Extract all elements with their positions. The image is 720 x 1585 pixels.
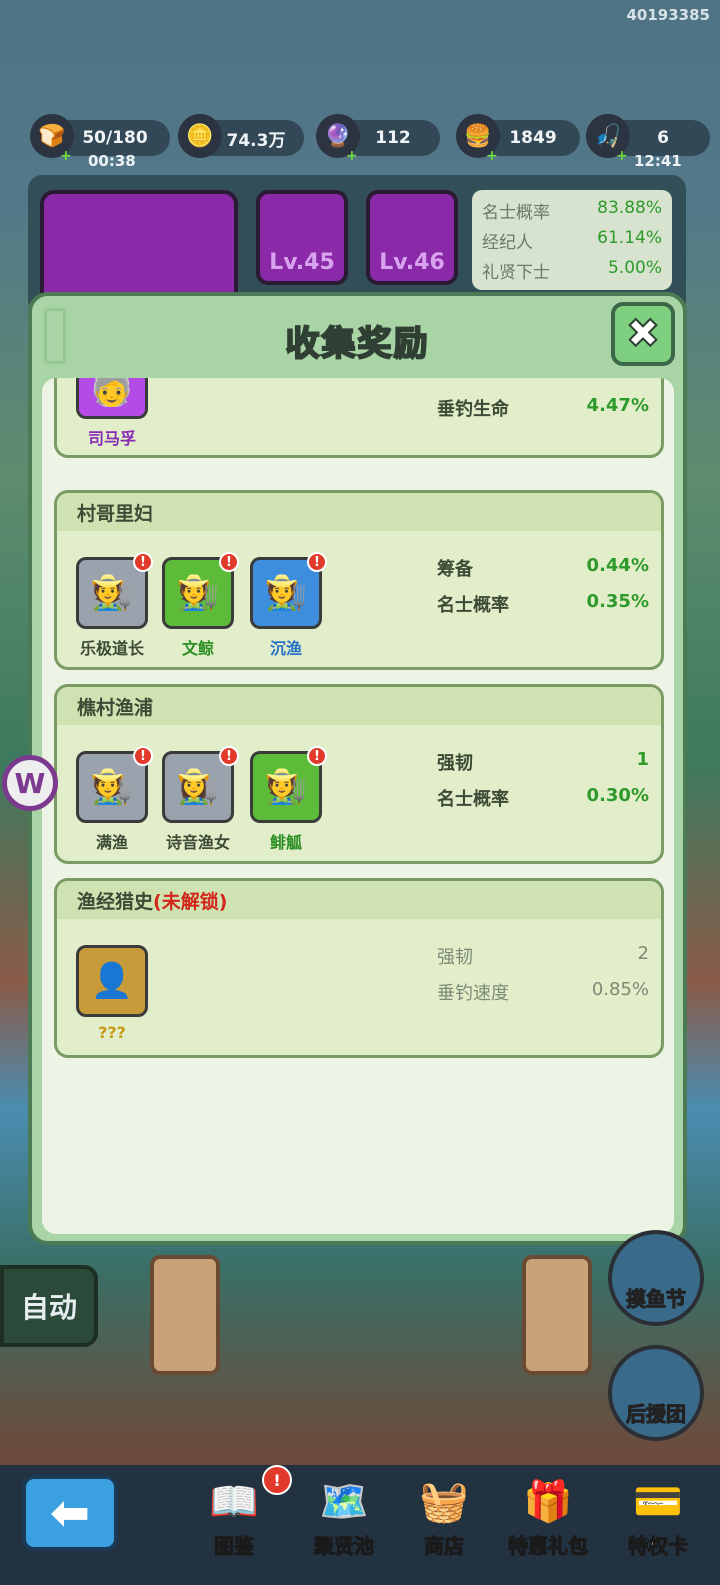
- equip-slot-1[interactable]: Lv.45: [256, 190, 348, 285]
- member-card[interactable]: 🧑‍🌾! 文鲸: [153, 552, 243, 659]
- back-button[interactable]: ⬅: [22, 1475, 118, 1551]
- member-card-unknown[interactable]: 👤 ???: [67, 945, 157, 1042]
- locked-label: (未解锁): [153, 891, 228, 913]
- collection-reward-dialog: 收集奖励 ✖ 🧓 司马孚 垂钓生命 4.47% 村哥里妇 🧑‍🌾! 乐极道长 🧑‍…: [28, 292, 687, 1245]
- bonus-stat: 筹备 0.44%: [437, 555, 649, 580]
- member-card[interactable]: 🧑‍🌾! 沉渔: [241, 552, 331, 659]
- back-arrow-icon: ⬅: [49, 1485, 91, 1541]
- alert-badge: !: [262, 1465, 292, 1495]
- alert-badge: !: [219, 746, 239, 766]
- coin-icon: 🪙: [178, 114, 222, 158]
- user-id: 40193385: [626, 6, 711, 24]
- bonus-stat: 垂钓速度 0.85%: [437, 979, 649, 1004]
- character-portrait: 🧑‍🌾!: [76, 746, 153, 823]
- plus-icon[interactable]: +: [616, 148, 628, 164]
- character-portrait: 🧑‍🌾!: [250, 552, 327, 629]
- character-portrait: 🧑‍🌾!: [162, 552, 239, 629]
- nav-privilege-card[interactable]: 💳 特权卡: [610, 1478, 706, 1559]
- character-portrait: 👩‍🌾!: [162, 746, 239, 823]
- collection-title: 渔经猎史(未解锁): [57, 881, 661, 919]
- dock-post: [522, 1255, 592, 1375]
- coin-counter[interactable]: 🪙 74.3万: [178, 114, 304, 158]
- collection-card: 🧓 司马孚 垂钓生命 4.47%: [54, 378, 664, 458]
- fish-festival-button[interactable]: 摸鱼节: [608, 1230, 704, 1326]
- nav-shop[interactable]: 🧺 商店: [396, 1478, 492, 1559]
- equip-slot-2[interactable]: Lv.46: [366, 190, 458, 285]
- member-card[interactable]: 🧓 司马孚: [67, 378, 157, 449]
- support-team-button[interactable]: 后援团: [608, 1345, 704, 1441]
- nav-special-pack[interactable]: 🎁 特惠礼包: [500, 1478, 596, 1559]
- watermark-logo: W: [2, 755, 58, 811]
- member-card[interactable]: 🧑‍🌾! 乐极道长: [67, 552, 157, 659]
- plus-icon[interactable]: +: [346, 148, 358, 164]
- alert-badge: !: [133, 552, 153, 572]
- plus-icon[interactable]: +: [486, 148, 498, 164]
- gift-icon: 🎁: [523, 1479, 573, 1525]
- map-icon: 🗺️: [319, 1479, 369, 1525]
- rod-timer: 12:41: [634, 152, 682, 170]
- alert-badge: !: [307, 552, 327, 572]
- bonus-stat: 强韧 2: [437, 943, 649, 968]
- auto-button[interactable]: 自动: [0, 1265, 98, 1347]
- stamina-counter[interactable]: 🍞 50/180 + 00:38: [30, 114, 170, 170]
- collection-title: 村哥里妇: [57, 493, 661, 531]
- character-portrait: 🧓: [76, 378, 148, 419]
- member-card[interactable]: 🧑‍🌾! 满渔: [67, 746, 157, 853]
- plus-icon[interactable]: +: [60, 148, 72, 164]
- alert-badge: !: [219, 552, 239, 572]
- bonus-stat: 名士概率 0.35%: [437, 591, 649, 616]
- collection-title: 樵村渔浦: [57, 687, 661, 725]
- rod-counter[interactable]: 🎣 6 + 12:41: [586, 114, 710, 170]
- bonus-stat: 强韧 1: [437, 749, 649, 774]
- character-portrait: 🧑‍🌾!: [250, 746, 327, 823]
- member-card[interactable]: 🧑‍🌾! 鲱觚: [241, 746, 331, 853]
- fishing-rod-slot[interactable]: [40, 190, 238, 305]
- basket-icon: 🧺: [419, 1479, 469, 1525]
- dialog-title: 收集奖励: [285, 323, 430, 365]
- close-button[interactable]: ✖: [611, 302, 675, 366]
- member-card[interactable]: 👩‍🌾! 诗音渔女: [153, 746, 243, 853]
- alert-badge: !: [307, 746, 327, 766]
- stamina-timer: 00:38: [88, 152, 136, 170]
- card-icon: 💳: [633, 1479, 683, 1525]
- alert-badge: !: [133, 746, 153, 766]
- equipment-stats: 名士概率 83.88% 经纪人 61.14% 礼贤下士 5.00%: [472, 190, 672, 290]
- collection-card-locked: 渔经猎史(未解锁) 👤 ??? 强韧 2 垂钓速度 0.85%: [54, 878, 664, 1058]
- character-portrait: 🧑‍🌾!: [76, 552, 153, 629]
- food-counter[interactable]: 🍔 1849 +: [456, 114, 580, 164]
- nav-recruit-pool[interactable]: 🗺️ 聚贤池: [296, 1478, 392, 1559]
- bonus-stat: 名士概率 0.30%: [437, 785, 649, 810]
- silhouette-icon: 👤: [76, 945, 148, 1017]
- collection-card: 村哥里妇 🧑‍🌾! 乐极道长 🧑‍🌾! 文鲸 🧑‍🌾! 沉渔 筹备 0.44% 名…: [54, 490, 664, 670]
- collection-card: 樵村渔浦 🧑‍🌾! 满渔 👩‍🌾! 诗音渔女 🧑‍🌾! 鲱觚 强韧 1 名士概率 0…: [54, 684, 664, 864]
- dock-post: [150, 1255, 220, 1375]
- reward-list[interactable]: 🧓 司马孚 垂钓生命 4.47% 村哥里妇 🧑‍🌾! 乐极道长 🧑‍🌾! 文鲸 🧑…: [42, 378, 674, 1234]
- bonus-stat: 垂钓生命 4.47%: [437, 395, 649, 420]
- gem-counter[interactable]: 🔮 112 +: [316, 114, 440, 164]
